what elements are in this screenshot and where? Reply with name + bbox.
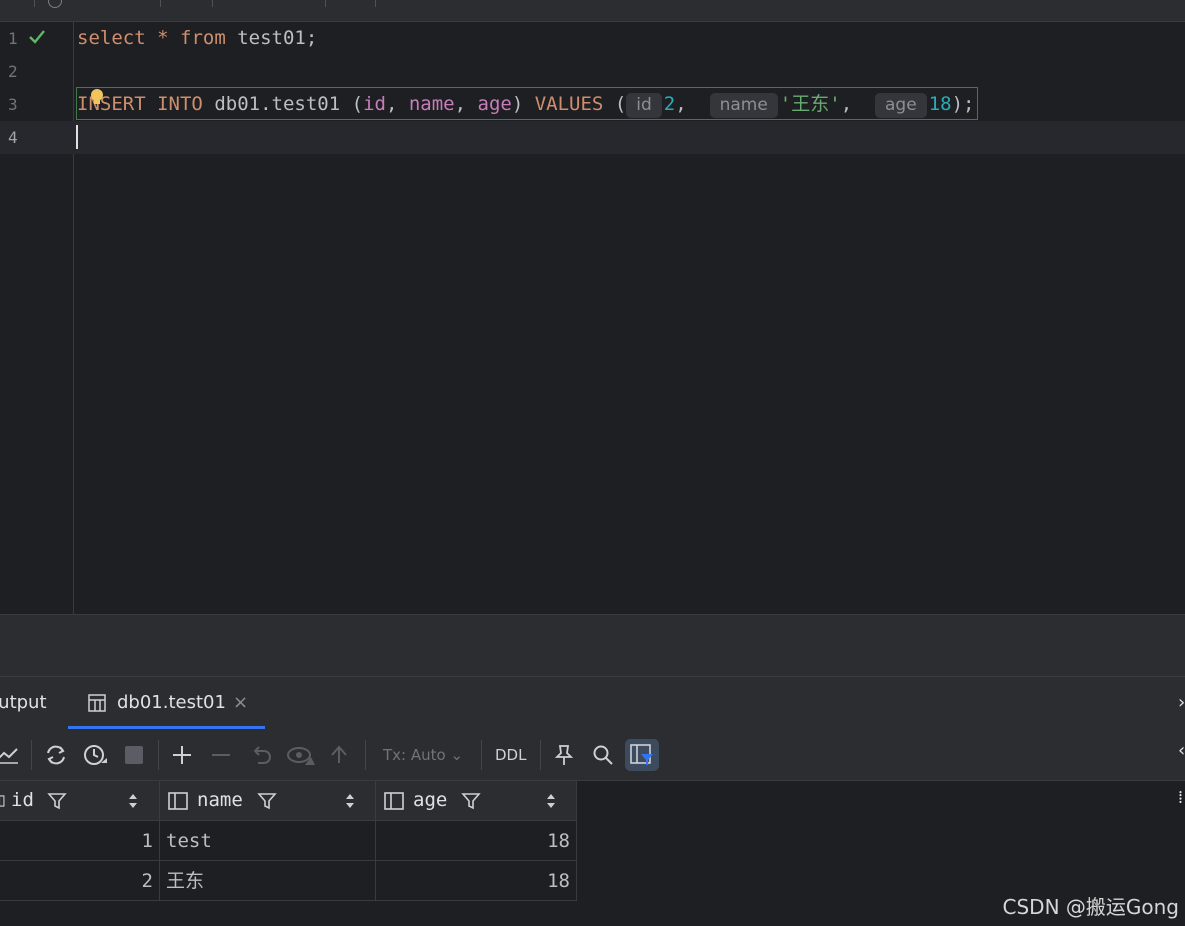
line-number: 1: [8, 29, 18, 48]
submit-icon[interactable]: [328, 743, 350, 767]
lightbulb-icon[interactable]: [90, 88, 104, 106]
chevron-down-icon: ⌄: [450, 746, 464, 764]
text-cursor: [76, 125, 78, 149]
toolbar-divider: [34, 0, 35, 7]
check-icon: [29, 30, 45, 44]
column-header-name[interactable]: name: [160, 781, 376, 821]
tab-db01-test01[interactable]: db01.test01 ×: [68, 677, 265, 729]
more-icon[interactable]: ›: [1178, 692, 1185, 713]
line-number: 4: [8, 128, 18, 147]
toolbar-divider: [325, 0, 326, 7]
more-icon[interactable]: ‹: [1178, 740, 1185, 761]
table-cell-age[interactable]: 18: [376, 861, 577, 901]
code-line-2[interactable]: 2: [0, 55, 1185, 88]
tab-label: db01.test01: [117, 692, 226, 713]
toolbar-divider: [158, 740, 159, 770]
table-cell-age[interactable]: 18: [376, 821, 577, 861]
line-number: 3: [8, 95, 18, 114]
undo-icon[interactable]: [250, 743, 272, 767]
statement-highlight: [76, 87, 978, 120]
keyword: select: [77, 27, 146, 49]
history-icon[interactable]: [83, 743, 109, 767]
column-name: age: [413, 789, 448, 811]
keyword: from: [180, 27, 226, 49]
results-toolbar: Tx: Auto ⌄ DDL ‹: [0, 730, 1185, 781]
operator: *: [157, 27, 169, 49]
chart-icon[interactable]: [0, 743, 20, 767]
toolbar-divider: [212, 0, 213, 7]
panel-splitter[interactable]: [0, 614, 1185, 677]
sql-editor[interactable]: 1 select * from test01; 2 3 INSERT INTO …: [0, 22, 1185, 614]
tx-label: Tx: Auto: [383, 746, 446, 764]
add-row-icon[interactable]: [171, 743, 193, 767]
filter-icon[interactable]: [461, 791, 481, 811]
column-settings-icon[interactable]: ⁞: [1178, 787, 1185, 808]
table-cell-name[interactable]: test: [160, 821, 376, 861]
filter-icon: [630, 744, 653, 765]
history-icon[interactable]: [48, 0, 62, 8]
delete-row-icon[interactable]: [210, 743, 232, 767]
code-line-4[interactable]: 4: [0, 121, 1185, 154]
toolbar-divider: [365, 740, 366, 770]
pin-icon[interactable]: [553, 743, 575, 767]
table-cell-name[interactable]: 王东: [160, 861, 376, 901]
preview-icon[interactable]: [287, 743, 315, 767]
line-number: 2: [8, 62, 18, 81]
filter-icon[interactable]: [257, 791, 277, 811]
filter-icon[interactable]: [47, 791, 67, 811]
tab-output[interactable]: Output: [0, 677, 47, 729]
table-cell-id[interactable]: 2: [0, 861, 160, 901]
toolbar-divider: [481, 740, 482, 770]
toolbar-divider: [31, 740, 32, 770]
column-name: name: [197, 789, 243, 811]
watermark: CSDN @搬运Gong: [1002, 895, 1179, 919]
sort-icon[interactable]: [546, 793, 556, 809]
code-line-1[interactable]: 1 select * from test01;: [0, 22, 1185, 55]
column-header-age[interactable]: age: [376, 781, 577, 821]
top-toolbar-strip: [0, 0, 1185, 22]
close-icon[interactable]: ×: [233, 677, 248, 729]
transaction-mode-select[interactable]: Tx: Auto ⌄: [383, 743, 463, 767]
toolbar-divider: [375, 0, 376, 7]
sort-icon[interactable]: [345, 793, 355, 809]
filter-toggle-button[interactable]: [625, 739, 659, 771]
column-icon: [168, 792, 188, 810]
table-identifier: test01;: [237, 27, 318, 49]
toolbar-divider: [160, 0, 161, 7]
column-icon: ▯: [0, 789, 8, 811]
table-icon: [88, 694, 106, 712]
refresh-icon[interactable]: [44, 743, 68, 767]
search-icon[interactable]: [592, 743, 614, 767]
results-tab-bar: Output db01.test01 × ›: [0, 676, 1185, 731]
tab-label: Output: [0, 692, 47, 713]
column-icon: [384, 792, 404, 810]
toolbar-divider: [540, 740, 541, 770]
ddl-button[interactable]: DDL: [495, 743, 526, 767]
column-header-id[interactable]: ▯ id: [0, 781, 160, 821]
stop-icon[interactable]: [124, 743, 144, 767]
table-cell-id[interactable]: 1: [0, 821, 160, 861]
sort-icon[interactable]: [128, 793, 138, 809]
column-name: id: [11, 789, 34, 811]
